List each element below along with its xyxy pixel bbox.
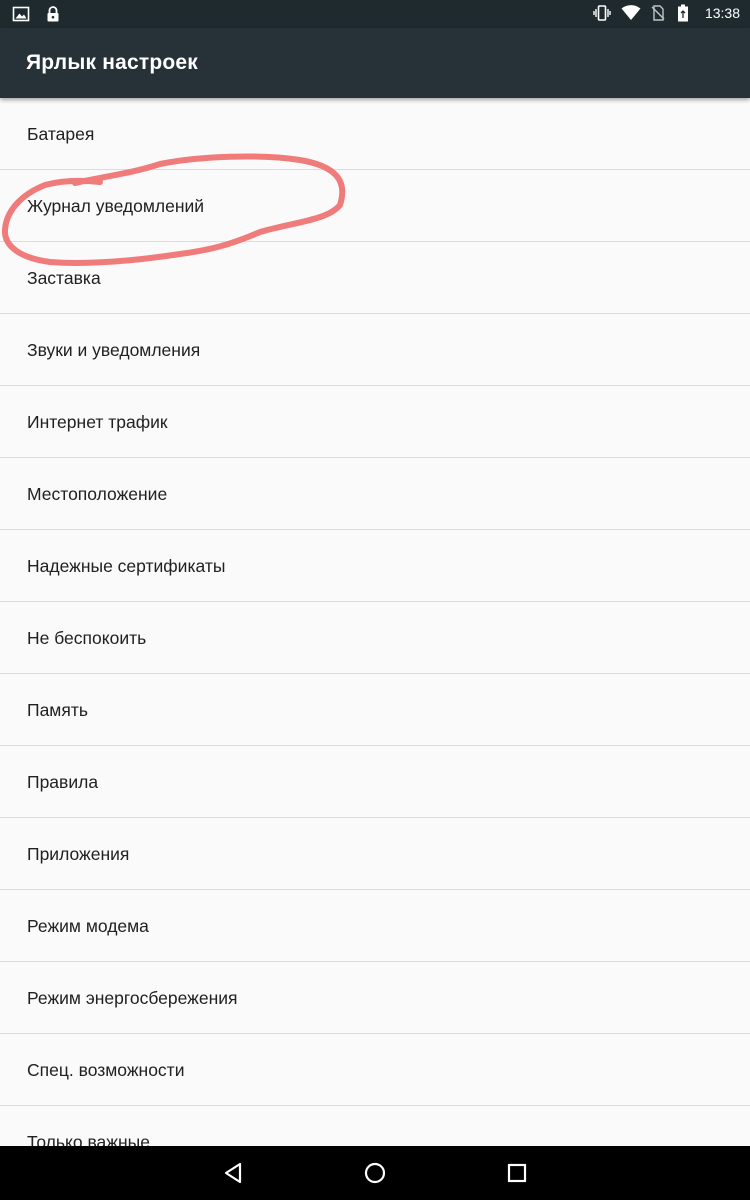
settings-item-label: Батарея [27,124,95,144]
vibrate-icon [593,4,611,22]
settings-list: Батарея Журнал уведомлений Заставка Звук… [0,98,750,1146]
lock-icon [44,5,62,23]
back-icon [224,1162,242,1184]
settings-item-sounds-notifications[interactable]: Звуки и уведомления [0,314,750,386]
app-bar: Ярлык настроек [0,28,750,98]
settings-item-storage[interactable]: Память [0,674,750,746]
back-button[interactable] [215,1157,251,1189]
status-left-icons [12,5,62,23]
wifi-icon [621,4,641,22]
status-right-icons: 13:38 [593,4,740,22]
home-icon [364,1162,386,1184]
settings-item-notification-log[interactable]: Журнал уведомлений [0,170,750,242]
settings-item-label: Интернет трафик [27,412,168,432]
image-icon [12,5,30,23]
settings-item-label: Режим модема [27,916,149,936]
settings-item-label: Приложения [27,844,130,864]
no-sim-icon [649,4,667,22]
recents-button[interactable] [499,1157,535,1189]
status-time: 13:38 [704,5,740,21]
settings-item-trusted-certificates[interactable]: Надежные сертификаты [0,530,750,602]
navigation-bar [0,1146,750,1200]
settings-item-tethering[interactable]: Режим модема [0,890,750,962]
settings-item-label: Журнал уведомлений [27,196,205,216]
settings-item-label: Только важные [27,1132,150,1146]
settings-item-location[interactable]: Местоположение [0,458,750,530]
settings-item-battery-saver[interactable]: Режим энергосбережения [0,962,750,1034]
status-bar: 13:38 [0,0,750,28]
settings-item-label: Спец. возможности [27,1060,185,1080]
settings-item-label: Звуки и уведомления [27,340,201,360]
settings-item-do-not-disturb[interactable]: Не беспокоить [0,602,750,674]
settings-item-label: Режим энергосбережения [27,988,238,1008]
settings-item-battery[interactable]: Батарея [0,98,750,170]
settings-item-label: Местоположение [27,484,168,504]
settings-item-rules[interactable]: Правила [0,746,750,818]
page-title: Ярлык настроек [26,51,198,74]
settings-item-label: Память [27,700,88,720]
battery-icon [677,4,695,22]
settings-item-apps[interactable]: Приложения [0,818,750,890]
settings-item-data-usage[interactable]: Интернет трафик [0,386,750,458]
settings-item-accessibility[interactable]: Спец. возможности [0,1034,750,1106]
settings-item-screensaver[interactable]: Заставка [0,242,750,314]
settings-item-label: Надежные сертификаты [27,556,226,576]
settings-item-label: Не беспокоить [27,628,147,648]
settings-item-priority-only[interactable]: Только важные [0,1106,750,1146]
settings-item-label: Правила [27,772,99,792]
settings-item-label: Заставка [27,268,101,288]
home-button[interactable] [357,1157,393,1189]
recents-icon [507,1163,527,1183]
